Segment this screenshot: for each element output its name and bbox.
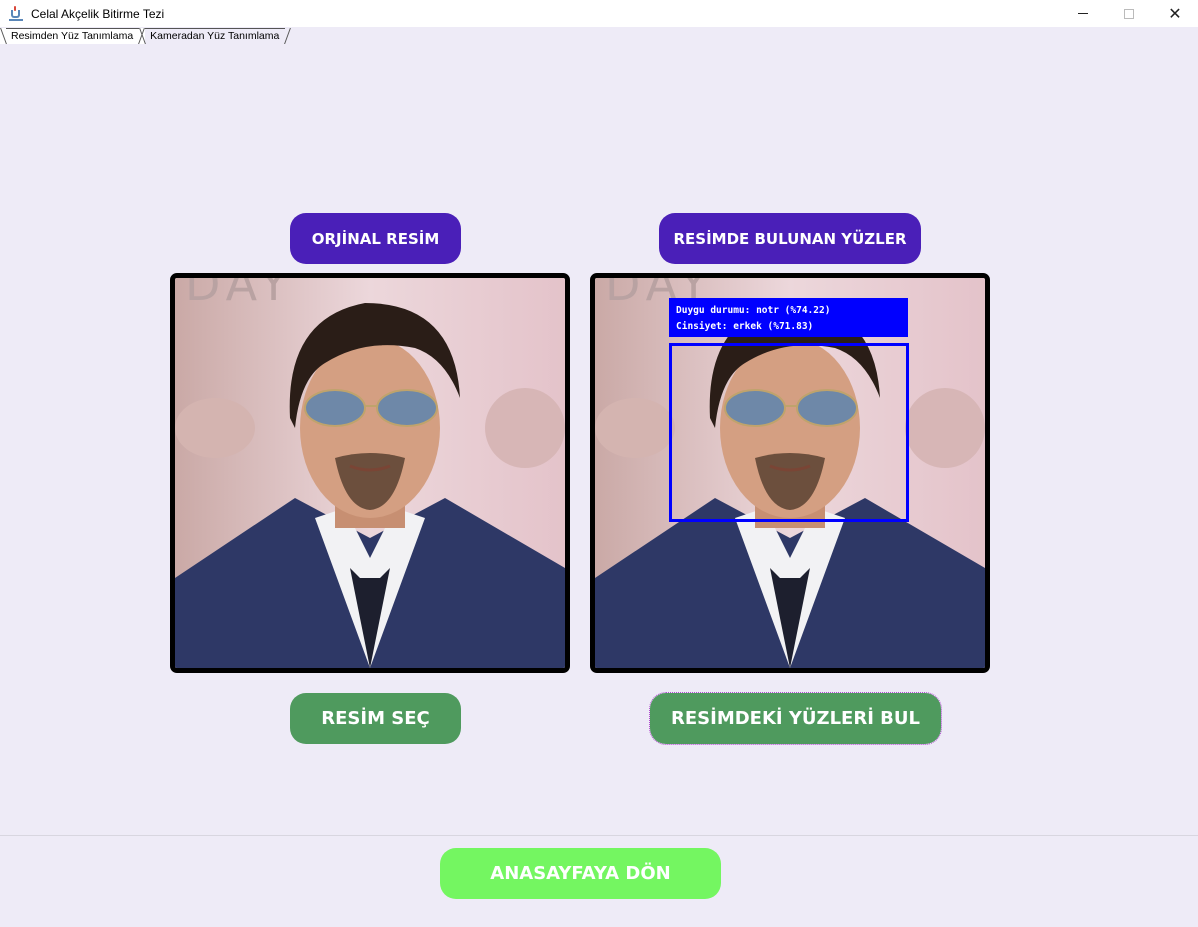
gender-label: Cinsiyet: erkek (%71.83) <box>676 321 813 332</box>
original-image-frame: DAY <box>170 273 570 673</box>
emotion-label: Duygu durumu: notr (%74.22) <box>676 305 830 316</box>
minimize-icon <box>1078 13 1088 14</box>
footer-divider <box>0 835 1198 836</box>
back-to-home-button[interactable]: ANASAYFAYA DÖN <box>440 848 721 899</box>
find-faces-button[interactable]: RESİMDEKİ YÜZLERİ BUL <box>649 692 942 745</box>
select-image-button[interactable]: RESİM SEÇ <box>290 693 461 744</box>
tab-bar: Resimden Yüz Tanımlama Kameradan Yüz Tan… <box>0 28 291 44</box>
tab-label: Resimden Yüz Tanımlama <box>11 30 134 42</box>
detected-faces-image: DAY Duygu durumu: notr (%74.22) Cinsiyet… <box>595 278 985 668</box>
original-image-header: ORJİNAL RESİM <box>290 213 461 264</box>
svg-text:DAY: DAY <box>185 278 294 311</box>
original-portrait-image: DAY <box>175 278 565 668</box>
java-cup-icon <box>8 5 24 22</box>
detected-faces-image-frame: DAY Duygu durumu: notr (%74.22) Cinsiyet… <box>590 273 990 673</box>
detected-faces-header: RESİMDE BULUNAN YÜZLER <box>659 213 921 264</box>
tab-camera-face-recognition[interactable]: Kameradan Yüz Tanımlama <box>139 28 291 44</box>
window-title: Celal Akçelik Bitirme Tezi <box>31 6 165 21</box>
maximize-icon <box>1124 8 1134 19</box>
tab-label: Kameradan Yüz Tanımlama <box>150 30 280 42</box>
close-button[interactable]: ✕ <box>1152 0 1198 27</box>
tab-image-face-recognition[interactable]: Resimden Yüz Tanımlama <box>0 28 146 44</box>
window-titlebar: Celal Akçelik Bitirme Tezi ✕ <box>0 0 1198 27</box>
close-icon: ✕ <box>1168 4 1182 23</box>
window-controls: ✕ <box>1060 0 1198 27</box>
minimize-button[interactable] <box>1060 0 1106 27</box>
maximize-button[interactable] <box>1106 0 1152 27</box>
